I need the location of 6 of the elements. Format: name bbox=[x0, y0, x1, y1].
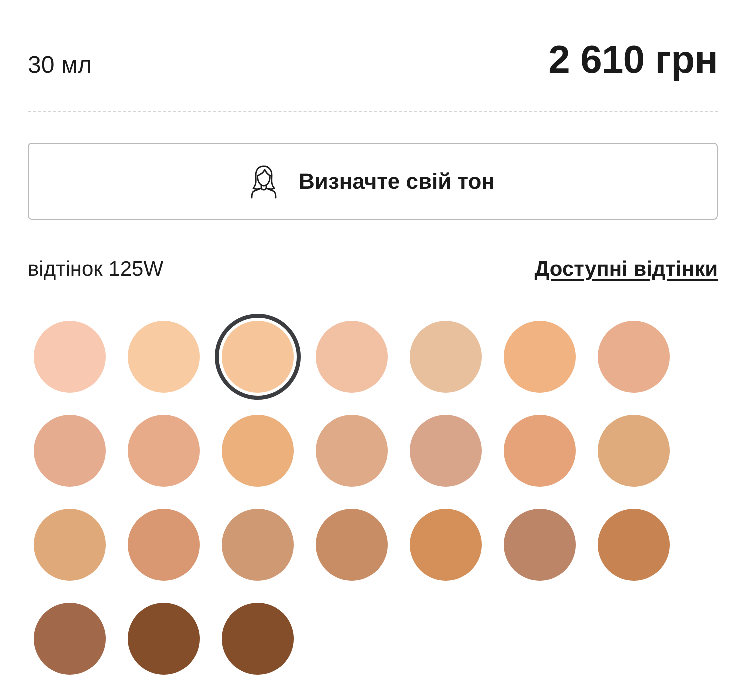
woman-icon bbox=[251, 164, 278, 198]
available-shades-link[interactable]: Доступні відтінки bbox=[534, 258, 718, 282]
volume-label: 30 мл bbox=[28, 52, 92, 80]
shade-label: відтінок 125W bbox=[28, 258, 164, 282]
price: 2 610 грн bbox=[548, 39, 718, 83]
find-your-tone-button[interactable]: Визначте свій тон bbox=[28, 143, 718, 220]
